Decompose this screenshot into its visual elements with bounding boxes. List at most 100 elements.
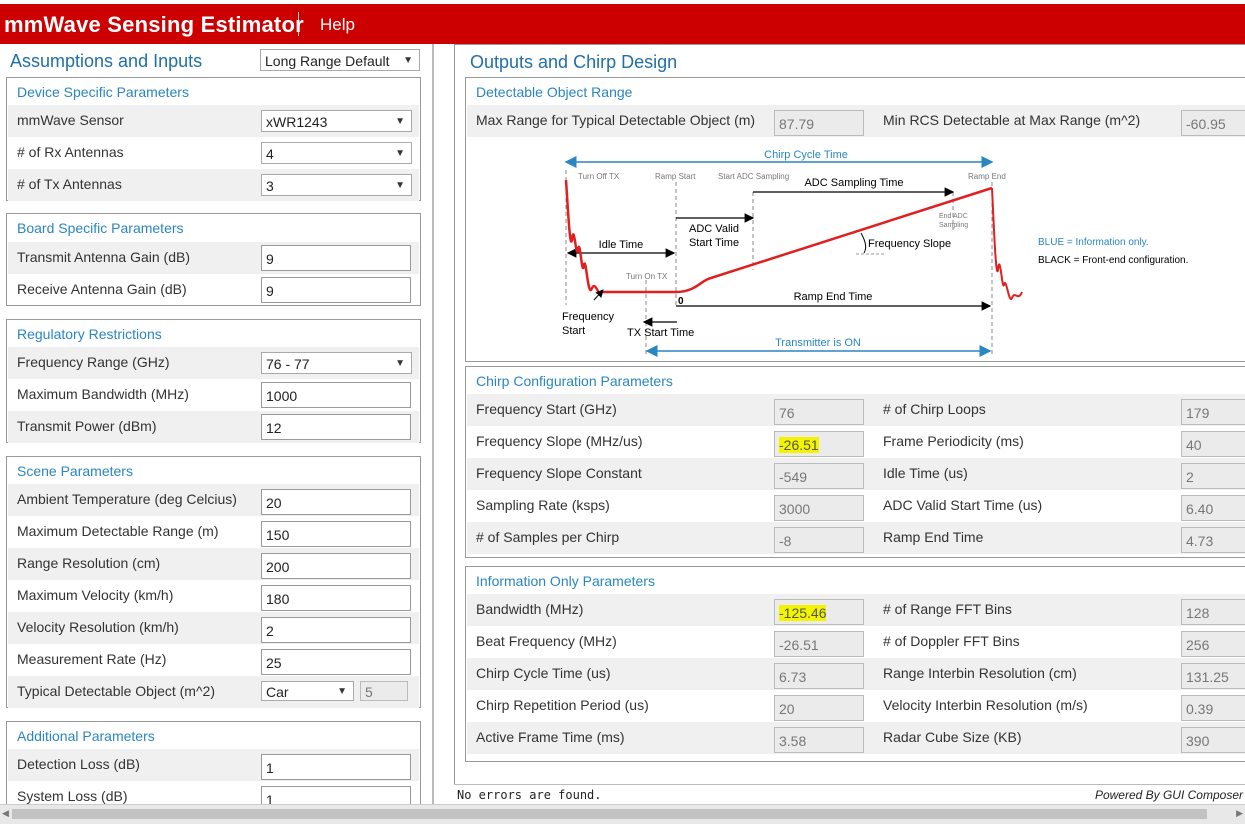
- ramp-start-label: Ramp Start: [655, 172, 696, 181]
- tx-power-row: Transmit Power (dBm) 12: [8, 411, 419, 443]
- chevron-down-icon: ▼: [395, 116, 405, 127]
- header-separator: [298, 12, 299, 36]
- legend-black: BLACK = Front-end configuration.: [1038, 255, 1188, 266]
- freq-range-select[interactable]: 76 - 77 ▼: [261, 352, 412, 374]
- rx-gain-row: Receive Antenna Gain (dB) 9: [8, 274, 419, 306]
- adc-sampling-label: ADC Sampling Time: [804, 177, 903, 189]
- info-row: Chirp Cycle Time (us) 6.73 Range Interbi…: [467, 658, 1245, 690]
- rx-row: # of Rx Antennas 4 ▼: [8, 137, 419, 169]
- vel-res-input[interactable]: 2: [261, 617, 411, 643]
- vel-interbin-output: 0.39: [1181, 695, 1245, 721]
- adc-valid-label: ADC Valid: [689, 223, 739, 235]
- tx-select[interactable]: 3 ▼: [261, 174, 412, 196]
- max-vel-row: Maximum Velocity (km/h) 180: [8, 580, 419, 612]
- pane-divider[interactable]: [432, 44, 434, 804]
- powered-by: Powered By GUI Composer: [1094, 788, 1243, 802]
- temp-row: Ambient Temperature (deg Celcius) 20: [8, 484, 419, 516]
- frame-period-label: Frame Periodicity (ms): [883, 433, 1024, 449]
- additional-panel-title: Additional Parameters: [17, 728, 155, 744]
- freq-slope-output: -26.51: [774, 431, 864, 457]
- sensor-label: mmWave Sensor: [17, 112, 124, 128]
- chirp-row: Frequency Slope Constant -549 Idle Time …: [467, 458, 1245, 490]
- rx-gain-input[interactable]: 9: [261, 277, 411, 303]
- chirp-config-title: Chirp Configuration Parameters: [476, 373, 673, 389]
- tx-gain-row: Transmit Antenna Gain (dB) 9: [8, 242, 419, 274]
- chevron-down-icon: ▼: [395, 180, 405, 191]
- preset-select[interactable]: Long Range Default ▼: [260, 49, 420, 71]
- rx-label: # of Rx Antennas: [17, 144, 124, 160]
- max-range-row: Maximum Detectable Range (m) 150: [8, 516, 419, 548]
- chirp-row: Frequency Slope (MHz/us) -26.51 Frame Pe…: [467, 426, 1245, 458]
- max-range-output-label: Max Range for Typical Detectable Object …: [476, 112, 756, 128]
- sys-loss-input[interactable]: 1: [261, 786, 411, 804]
- preset-value: Long Range Default: [265, 53, 390, 69]
- meas-rate-input[interactable]: 25: [261, 649, 411, 675]
- scene-panel: Scene Parameters Ambient Temperature (de…: [6, 456, 421, 708]
- tx-start-label: TX Start Time: [627, 327, 694, 339]
- doppler-fft-output: 256: [1181, 631, 1245, 657]
- freq-start-label: Frequency: [562, 311, 614, 323]
- tx-power-label: Transmit Power (dBm): [17, 418, 157, 434]
- tx-power-input[interactable]: 12: [261, 414, 411, 440]
- max-bw-input[interactable]: 1000: [261, 382, 411, 408]
- idle-time-output: 2: [1181, 463, 1245, 489]
- freq-start-label-2: Start: [562, 325, 585, 337]
- freq-range-value: 76 - 77: [266, 356, 310, 372]
- regulatory-panel-title: Regulatory Restrictions: [17, 326, 162, 342]
- det-loss-row: Detection Loss (dB) 1: [8, 749, 419, 781]
- ramp-down-signal: [991, 187, 1023, 301]
- horizontal-scrollbar[interactable]: ◀ ▶: [0, 804, 1245, 824]
- transmitter-on-label: Transmitter is ON: [775, 337, 861, 349]
- range-fft-label: # of Range FFT Bins: [883, 601, 1012, 617]
- range-res-label: Range Resolution (cm): [17, 555, 161, 571]
- det-loss-input[interactable]: 1: [261, 754, 411, 780]
- help-menu[interactable]: Help: [320, 15, 355, 35]
- tx-gain-input[interactable]: 9: [261, 245, 411, 271]
- active-frame-output: 3.58: [774, 727, 864, 753]
- beat-freq-label: Beat Frequency (MHz): [476, 633, 617, 649]
- status-bar: No errors are found. Powered By GUI Comp…: [454, 784, 1245, 805]
- turn-off-tx-label: Turn Off TX: [578, 172, 620, 181]
- adc-valid-output-label: ADC Valid Start Time (us): [883, 497, 1043, 513]
- object-select[interactable]: Car ▼: [261, 681, 354, 701]
- start-adc-label: Start ADC Sampling: [718, 172, 789, 181]
- range-res-input[interactable]: 200: [261, 553, 411, 579]
- max-bw-row: Maximum Bandwidth (MHz) 1000: [8, 379, 419, 411]
- chirp-cycle-output: 6.73: [774, 663, 864, 689]
- scroll-left-icon[interactable]: ◀: [2, 808, 9, 819]
- scroll-right-icon[interactable]: ▶: [1236, 808, 1243, 819]
- freq-range-label: Frequency Range (GHz): [17, 354, 170, 370]
- sensor-select[interactable]: xWR1243 ▼: [261, 110, 412, 132]
- freq-start-output-label: Frequency Start (GHz): [476, 401, 617, 417]
- slope-constant-label: Frequency Slope Constant: [476, 465, 642, 481]
- range-interbin-output: 131.25: [1181, 663, 1245, 689]
- frequency-slope-label: Frequency Slope: [868, 238, 951, 250]
- outputs-pane: Outputs and Chirp Design Detectable Obje…: [454, 44, 1245, 785]
- scroll-thumb[interactable]: [12, 809, 1207, 819]
- rx-value: 4: [266, 146, 274, 162]
- max-bw-label: Maximum Bandwidth (MHz): [17, 386, 189, 402]
- slope-angle-mark: [860, 232, 867, 254]
- object-row: Typical Detectable Object (m^2) Car ▼ 5: [8, 676, 419, 708]
- app-title: mmWave Sensing Estimator: [4, 12, 304, 37]
- idle-time-output-label: Idle Time (us): [883, 465, 968, 481]
- object-label: Typical Detectable Object (m^2): [17, 683, 215, 699]
- rx-select[interactable]: 4 ▼: [261, 142, 412, 164]
- object-value: Car: [266, 684, 289, 700]
- ramp-end-label: Ramp End: [968, 172, 1006, 181]
- max-vel-input[interactable]: 180: [261, 585, 411, 611]
- max-range-input[interactable]: 150: [261, 521, 411, 547]
- bandwidth-output: -125.46: [774, 599, 864, 625]
- vel-interbin-label: Velocity Interbin Resolution (m/s): [883, 697, 1088, 713]
- max-range-label: Maximum Detectable Range (m): [17, 523, 219, 539]
- rx-gain-label: Receive Antenna Gain (dB): [17, 281, 187, 297]
- legend-blue: BLUE = Information only.: [1038, 237, 1149, 248]
- sys-loss-label: System Loss (dB): [17, 788, 128, 804]
- doppler-fft-label: # of Doppler FFT Bins: [883, 633, 1020, 649]
- info-row: Active Frame Time (ms) 3.58 Radar Cube S…: [467, 722, 1245, 754]
- active-frame-label: Active Frame Time (ms): [476, 729, 625, 745]
- chirp-rep-label: Chirp Repetition Period (us): [476, 697, 649, 713]
- vel-res-label: Velocity Resolution (km/h): [17, 619, 179, 635]
- info-panel: Information Only Parameters Bandwidth (M…: [465, 566, 1245, 762]
- temp-input[interactable]: 20: [261, 489, 411, 515]
